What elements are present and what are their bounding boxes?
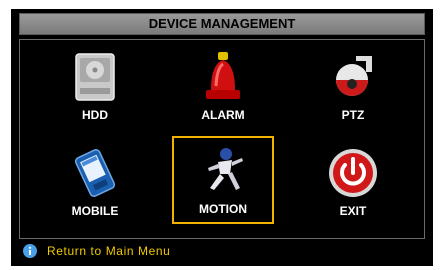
status-bar: Return to Main Menu bbox=[23, 241, 170, 261]
alarm-label: ALARM bbox=[201, 108, 245, 122]
mobile-icon bbox=[74, 149, 116, 197]
exit-tile[interactable]: EXIT bbox=[302, 140, 404, 228]
mobile-label: MOBILE bbox=[71, 204, 119, 218]
motion-icon bbox=[208, 148, 243, 190]
alarm-tile[interactable]: ALARM bbox=[172, 44, 274, 132]
exit-icon bbox=[329, 149, 377, 197]
motion-tile[interactable]: MOTION bbox=[172, 136, 274, 224]
alarm-icon bbox=[206, 52, 240, 99]
return-to-main-menu-text: Return to Main Menu bbox=[47, 244, 171, 258]
motion-label: MOTION bbox=[199, 202, 247, 216]
ptz-icon bbox=[336, 56, 372, 96]
menu-panel: HDD ALARM PTZ MOBILE MOTION EXIT bbox=[19, 39, 425, 239]
hdd-tile[interactable]: HDD bbox=[44, 44, 146, 132]
hdd-label: HDD bbox=[82, 108, 108, 122]
dialog-title: DEVICE MANAGEMENT bbox=[19, 13, 425, 35]
exit-label: EXIT bbox=[339, 204, 367, 218]
hdd-icon bbox=[75, 53, 115, 101]
ptz-tile[interactable]: PTZ bbox=[302, 44, 404, 132]
info-icon bbox=[23, 244, 37, 258]
device-management-dialog: DEVICE MANAGEMENT HDD ALARM PTZ MOBILE M… bbox=[11, 9, 433, 266]
ptz-label: PTZ bbox=[341, 108, 365, 122]
mobile-tile[interactable]: MOBILE bbox=[44, 140, 146, 228]
